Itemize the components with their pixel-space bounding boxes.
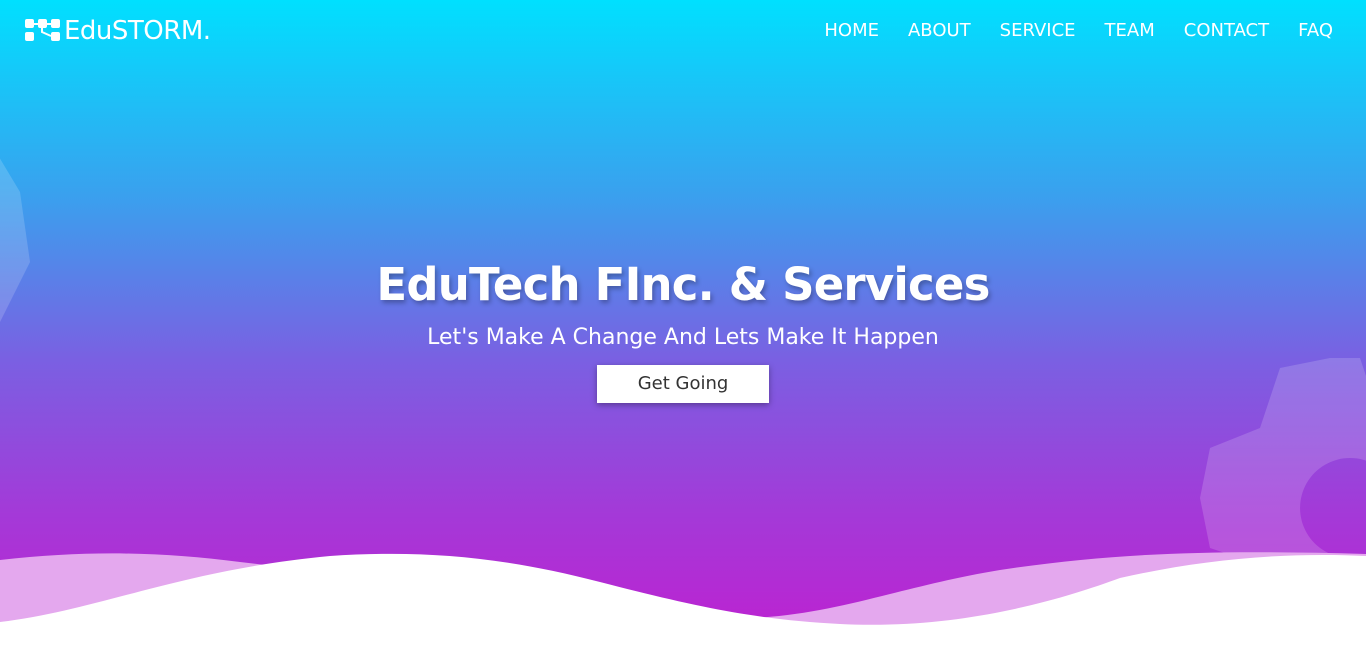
nav-link-about[interactable]: ABOUT xyxy=(908,19,971,43)
brand-logo-link[interactable]: EduSTORM. xyxy=(24,14,211,48)
hero-section: EduSTORM. HOME ABOUT SERVICE TEAM CONTAC… xyxy=(0,0,1366,654)
hero-content: EduTech FInc. & Services Let's Make A Ch… xyxy=(0,255,1366,403)
wave-divider xyxy=(0,552,1366,654)
nav-link-team[interactable]: TEAM xyxy=(1105,19,1155,43)
blocks-logo-icon xyxy=(25,19,60,41)
hero-title: EduTech FInc. & Services xyxy=(376,258,990,311)
nav-link-contact[interactable]: CONTACT xyxy=(1184,19,1269,43)
brand-name: EduSTORM. xyxy=(64,16,211,46)
nav-menu: HOME ABOUT SERVICE TEAM CONTACT FAQ xyxy=(795,19,1333,43)
get-going-button[interactable]: Get Going xyxy=(597,365,769,403)
nav-link-home[interactable]: HOME xyxy=(824,19,879,43)
navbar: EduSTORM. HOME ABOUT SERVICE TEAM CONTAC… xyxy=(0,0,1366,62)
nav-link-service[interactable]: SERVICE xyxy=(1000,19,1076,43)
hero-subtitle: Let's Make A Change And Lets Make It Hap… xyxy=(427,325,939,350)
nav-link-faq[interactable]: FAQ xyxy=(1298,19,1333,43)
